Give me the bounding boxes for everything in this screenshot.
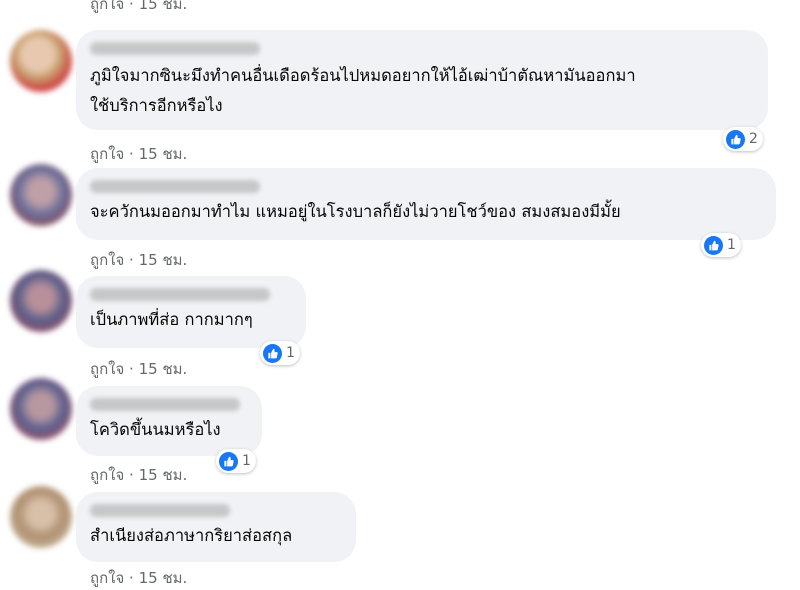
comment-bubble: สำเนียงส่อภาษากริยาส่อสกุล	[76, 492, 356, 562]
commenter-name[interactable]	[90, 288, 270, 301]
comment-bubble: โควิดขึ้นนมหรือไง	[76, 386, 262, 456]
comment-text: โควิดขึ้นนมหรือไง	[90, 420, 221, 439]
reaction-number: 1	[286, 345, 295, 361]
commenter-name[interactable]	[90, 180, 260, 193]
meta-separator: ·	[124, 0, 139, 13]
like-reaction-icon	[219, 451, 238, 471]
comment-meta-next: ถูกใจ · 15 ชม.	[90, 566, 187, 590]
like-link[interactable]: ถูกใจ	[90, 0, 124, 13]
comment-bubble: เป็นภาพที่ส่อ กากมากๆ	[76, 276, 306, 348]
like-link[interactable]: ถูกใจ	[90, 466, 124, 484]
comment-text: จะควักนมออกมาทำไม แหมอยู่ในโรงบาลก็ยังไม…	[90, 202, 621, 221]
comment-time[interactable]: 15 ชม.	[139, 251, 188, 269]
comment-bubble: จะควักนมออกมาทำไม แหมอยู่ในโรงบาลก็ยังไม…	[76, 168, 776, 240]
reaction-number: 2	[749, 131, 758, 147]
comment-time[interactable]: 15 ชม.	[139, 360, 188, 378]
meta-separator: ·	[124, 466, 139, 484]
commenter-name[interactable]	[90, 42, 260, 55]
meta-separator: ·	[124, 569, 139, 587]
reaction-number: 1	[727, 237, 736, 253]
avatar[interactable]	[10, 270, 72, 332]
comment-bubble: ภูมิใจมากซินะมึงทำคนอื่นเดือดร้อนไปหมดอย…	[76, 30, 768, 130]
meta-separator: ·	[124, 145, 139, 163]
comment-time[interactable]: 15 ชม.	[139, 0, 188, 13]
avatar[interactable]	[10, 486, 72, 548]
like-reaction-icon	[263, 343, 282, 363]
comment-meta: ถูกใจ · 15 ชม.	[90, 142, 187, 166]
like-link[interactable]: ถูกใจ	[90, 145, 124, 163]
meta-separator: ·	[124, 360, 139, 378]
reaction-count[interactable]: 1	[260, 341, 300, 365]
like-link[interactable]: ถูกใจ	[90, 569, 124, 587]
comment-meta-previous: ถูกใจ · 15 ชม.	[90, 0, 187, 16]
like-reaction-icon	[704, 235, 723, 255]
commenter-name[interactable]	[90, 398, 240, 411]
comment-meta: ถูกใจ · 15 ชม.	[90, 357, 187, 381]
avatar[interactable]	[10, 30, 72, 92]
comment-meta: ถูกใจ · 15 ชม.	[90, 248, 187, 272]
comment-text: เป็นภาพที่ส่อ กากมากๆ	[90, 310, 253, 329]
avatar[interactable]	[10, 164, 72, 226]
reaction-count[interactable]: 2	[723, 127, 763, 151]
reaction-count[interactable]: 1	[216, 449, 256, 473]
commenter-name[interactable]	[90, 504, 230, 517]
comment-text: สำเนียงส่อภาษากริยาส่อสกุล	[90, 526, 293, 545]
meta-separator: ·	[124, 251, 139, 269]
like-link[interactable]: ถูกใจ	[90, 251, 124, 269]
avatar[interactable]	[10, 378, 72, 440]
comment-time[interactable]: 15 ชม.	[139, 466, 188, 484]
comment-time[interactable]: 15 ชม.	[139, 145, 188, 163]
comment-meta: ถูกใจ · 15 ชม.	[90, 463, 187, 487]
reaction-number: 1	[242, 453, 251, 469]
like-link[interactable]: ถูกใจ	[90, 360, 124, 378]
comment-time[interactable]: 15 ชม.	[139, 569, 188, 587]
like-reaction-icon	[726, 129, 745, 149]
reaction-count[interactable]: 1	[701, 233, 741, 257]
comment-text: ภูมิใจมากซินะมึงทำคนอื่นเดือดร้อนไปหมดอย…	[90, 66, 636, 115]
